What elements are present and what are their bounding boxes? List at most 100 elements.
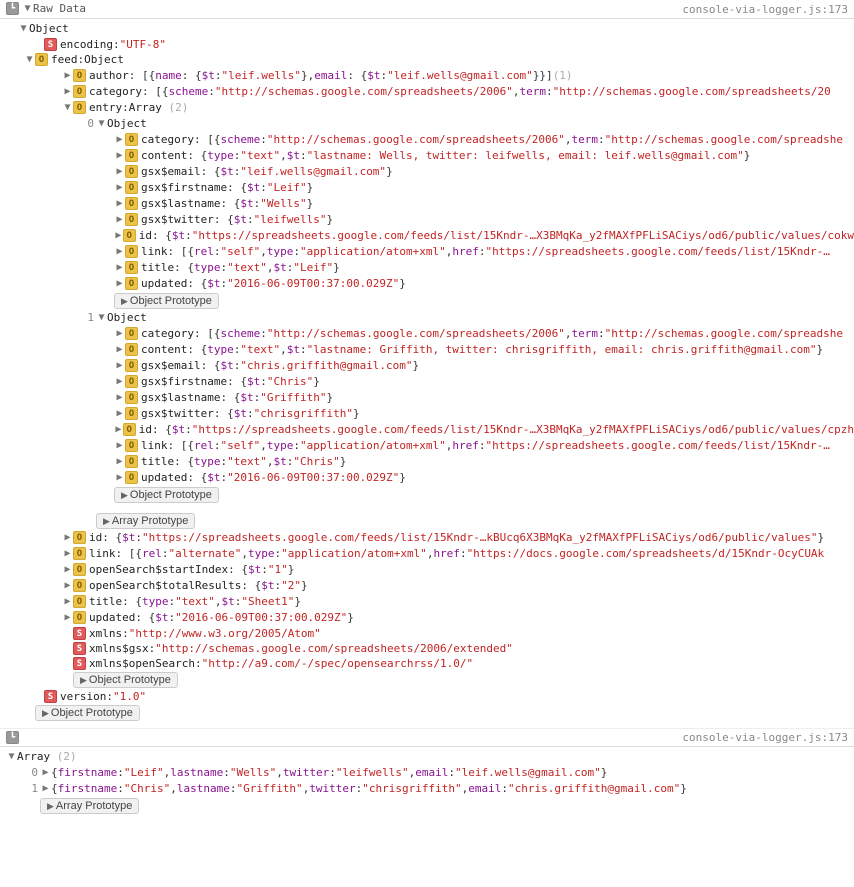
feed-title-twisty[interactable] — [62, 595, 73, 609]
proto-label: Object Prototype — [130, 295, 212, 307]
feed-category-twisty[interactable] — [62, 85, 73, 99]
entry-array-proto-button[interactable]: ▶Array Prototype — [96, 513, 195, 529]
root-proto-button[interactable]: ▶Object Prototype — [35, 705, 140, 721]
entry-twisty[interactable] — [62, 101, 73, 115]
e1-content-twisty[interactable] — [114, 343, 125, 357]
feed-updated-twisty[interactable] — [62, 611, 73, 625]
object-icon: O — [73, 69, 86, 82]
array-count: (2) — [57, 750, 77, 763]
entry-1-index: 1 — [80, 311, 94, 324]
arr-1-firstname: "Chris" — [124, 782, 170, 795]
feed-type: Object — [84, 53, 124, 66]
e1-category-key: category — [141, 327, 194, 340]
e0-gsxtw-twisty[interactable] — [114, 213, 125, 227]
e0-category-key: category — [141, 133, 194, 146]
arr-0-twisty[interactable] — [40, 766, 51, 780]
encoding-key: encoding — [60, 38, 113, 51]
xmlnsgsx-v: "http://schemas.google.com/spreadsheets/… — [155, 642, 513, 655]
feed-link-type: "application/atom+xml" — [281, 547, 427, 560]
totalresults-t: "2" — [281, 579, 301, 592]
e1-gsxemail-twisty[interactable] — [114, 359, 125, 373]
e0-link-twisty[interactable] — [114, 245, 125, 259]
object-root-twisty[interactable] — [18, 22, 29, 36]
log-header-2: ┗ console-via-logger.js:173 — [0, 729, 854, 747]
feed-id-key: id — [89, 531, 102, 544]
arr-1-twisty[interactable] — [40, 782, 51, 796]
log-level-icon: ┗ — [6, 731, 19, 744]
object-icon: O — [125, 213, 138, 226]
feed-updated-t: "2016-06-09T00:37:00.029Z" — [175, 611, 347, 624]
object-icon: O — [73, 611, 86, 624]
arr-k-email: email — [468, 782, 501, 795]
source-link-2[interactable]: console-via-logger.js:173 — [682, 731, 848, 744]
object-icon: O — [73, 595, 86, 608]
entry-key: entry — [89, 101, 122, 114]
arr-0-lastname: "Wells" — [230, 766, 276, 779]
string-icon: S — [44, 690, 57, 703]
e0-link-rel: "self" — [221, 245, 261, 258]
e1-proto-button[interactable]: ▶Object Prototype — [114, 487, 219, 503]
totalresults-twisty[interactable] — [62, 579, 73, 593]
e0-title-twisty[interactable] — [114, 261, 125, 275]
object-icon: O — [73, 547, 86, 560]
e0-gsxemail-twisty[interactable] — [114, 165, 125, 179]
e1-id-twisty[interactable] — [114, 423, 123, 437]
author-key: author — [89, 69, 129, 82]
e1-gsxlast-twisty[interactable] — [114, 391, 125, 405]
e1-category-twisty[interactable] — [114, 327, 125, 341]
e0-updated-twisty[interactable] — [114, 277, 125, 291]
e1-gsxtw-t: "chrisgriffith" — [254, 407, 353, 420]
e0-gsxlast-t: "Wells" — [260, 197, 306, 210]
feed-proto-button[interactable]: ▶Object Prototype — [73, 672, 178, 688]
e1-title-twisty[interactable] — [114, 455, 125, 469]
e0-content-twisty[interactable] — [114, 149, 125, 163]
encoding-value: "UTF-8" — [120, 38, 166, 51]
e0-gsxfirst-key: gsx$firstname — [141, 181, 227, 194]
feed-id-twisty[interactable] — [62, 531, 73, 545]
arr-k-firstname: firstname — [58, 766, 118, 779]
object-icon: O — [125, 327, 138, 340]
e1-category-scheme: "http://schemas.google.com/spreadsheets/… — [267, 327, 565, 340]
object-icon: O — [125, 149, 138, 162]
e0-proto-button[interactable]: ▶Object Prototype — [114, 293, 219, 309]
object-icon: O — [123, 423, 136, 436]
object-icon: O — [125, 261, 138, 274]
version-key: version — [60, 690, 106, 703]
entry-1-twisty[interactable] — [96, 311, 107, 325]
feed-link-twisty[interactable] — [62, 547, 73, 561]
e0-gsxlast-twisty[interactable] — [114, 197, 125, 211]
e1-gsxfirst-twisty[interactable] — [114, 375, 125, 389]
proto-label: Object Prototype — [51, 707, 133, 719]
e0-updated-key: updated — [141, 277, 187, 290]
xmlnsgsx-key: xmlns$gsx — [89, 642, 149, 655]
e0-category-twisty[interactable] — [114, 133, 125, 147]
e0-id-twisty[interactable] — [114, 229, 123, 243]
array-root-twisty[interactable] — [6, 750, 17, 764]
array-proto-button[interactable]: ▶Array Prototype — [40, 798, 139, 814]
author-count: (1) — [553, 69, 573, 82]
source-link-1[interactable]: console-via-logger.js:173 — [682, 3, 848, 16]
e0-gsxfirst-twisty[interactable] — [114, 181, 125, 195]
e1-gsxfirst-key: gsx$firstname — [141, 375, 227, 388]
author-twisty[interactable] — [62, 69, 73, 83]
object-icon: O — [125, 359, 138, 372]
e1-updated-twisty[interactable] — [114, 471, 125, 485]
entry-type: Array — [129, 101, 162, 114]
e0-gsxemail-t: "leif.wells@gmail.com" — [240, 165, 386, 178]
feed-twisty[interactable] — [24, 53, 35, 67]
raw-data-twisty[interactable] — [22, 2, 33, 16]
e1-link-href: "https://spreadsheets.google.com/feeds/l… — [485, 439, 829, 452]
feed-key: feed — [51, 53, 78, 66]
e1-id-key: id — [139, 423, 152, 436]
e0-content-key: content — [141, 149, 187, 162]
arr-k-email: email — [415, 766, 448, 779]
object-icon: O — [123, 229, 136, 242]
e1-gsxtw-twisty[interactable] — [114, 407, 125, 421]
e1-link-twisty[interactable] — [114, 439, 125, 453]
entry-0-twisty[interactable] — [96, 117, 107, 131]
e1-link-key: link — [141, 439, 168, 452]
e1-title-type: "text" — [227, 455, 267, 468]
startindex-twisty[interactable] — [62, 563, 73, 577]
version-v: "1.0" — [113, 690, 146, 703]
e1-link-rel: "self" — [221, 439, 261, 452]
